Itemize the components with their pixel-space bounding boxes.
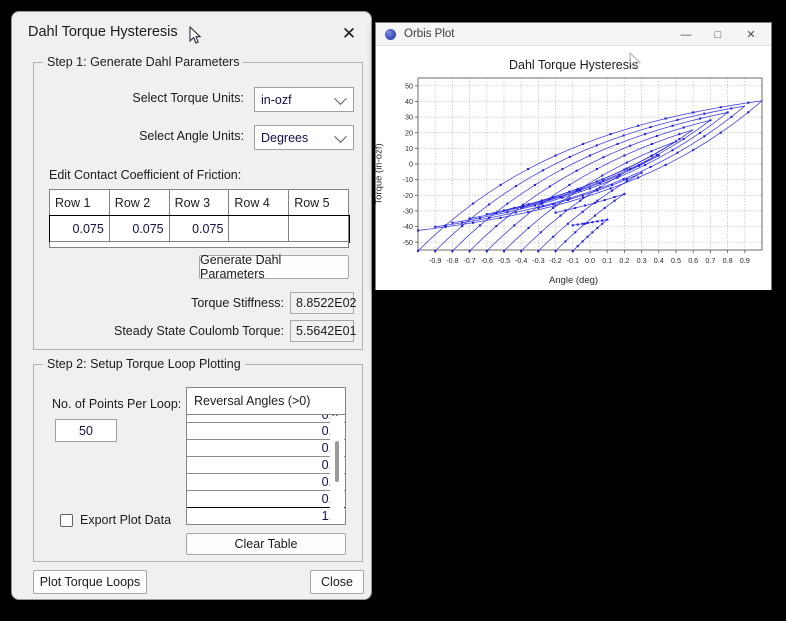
svg-text:0.7: 0.7 [705,256,715,265]
close-icon[interactable]: ✕ [736,23,766,46]
table-row[interactable]: 0.075 0.075 0.075 [50,216,349,242]
close-button[interactable]: Close [310,570,364,594]
points-per-loop-input[interactable]: 50 [55,419,117,442]
svg-text:-50: -50 [403,238,413,247]
coulomb-torque-value: 5.5642E01 [290,320,354,342]
list-item[interactable]: 0.4 [187,415,345,423]
svg-text:-0.8: -0.8 [446,256,458,265]
step1-group: Step 1: Generate Dahl Parameters Select … [33,62,363,350]
list-item[interactable]: 0.5 [187,423,345,440]
reversal-angles-scrollbar[interactable] [330,416,344,525]
list-item[interactable]: 0.6 [187,440,345,457]
friction-cell[interactable] [289,216,349,242]
svg-text:0: 0 [409,160,413,169]
minimize-icon[interactable]: — [671,23,701,46]
angle-units-label: Select Angle Units: [59,129,244,143]
friction-header-cell: Row 2 [109,190,169,216]
svg-text:-30: -30 [403,207,413,216]
svg-text:0.5: 0.5 [671,256,681,265]
svg-text:20: 20 [405,128,413,137]
svg-text:-0.1: -0.1 [567,256,579,265]
friction-header-cell: Row 5 [289,190,349,216]
list-item[interactable]: 0.9 [187,491,345,508]
friction-header-row: Row 1 Row 2 Row 3 Row 4 Row 5 [50,190,349,216]
scrollbar-thumb[interactable] [335,441,339,482]
plot-window-title: Orbis Plot [404,28,455,40]
svg-text:10: 10 [405,144,413,153]
app-logo-icon [385,29,396,40]
dialog-titlebar: Dahl Torque Hysteresis ✕ [12,12,371,52]
plot-torque-loops-button[interactable]: Plot Torque Loops [33,570,147,594]
plot-canvas: Dahl Torque Hysteresis Torque (in-ozf) A… [376,46,771,290]
svg-text:30: 30 [405,113,413,122]
friction-header-cell: Row 1 [50,190,110,216]
svg-text:-0.4: -0.4 [515,256,527,265]
torque-units-label: Select Torque Units: [59,91,244,105]
hysteresis-chart: -0.9 -0.8 -0.7 -0.6 -0.5 -0.4 -0.3 -0.2 -0.1 0.0 0… [376,46,771,290]
svg-text:-0.3: -0.3 [532,256,544,265]
svg-text:50: 50 [405,81,413,90]
svg-text:0.6: 0.6 [688,256,698,265]
plot-titlebar: Orbis Plot — □ ✕ [376,23,771,46]
close-icon[interactable]: ✕ [335,20,363,46]
svg-text:0.1: 0.1 [602,256,612,265]
export-plot-data-checkbox[interactable]: Export Plot Data [60,513,171,527]
torque-units-select[interactable]: in-ozf [254,87,354,112]
svg-text:0.2: 0.2 [619,256,629,265]
friction-cell[interactable] [229,216,289,242]
dahl-torque-hysteresis-dialog: Dahl Torque Hysteresis ✕ Step 1: Generat… [11,11,372,600]
maximize-icon[interactable]: □ [703,23,733,46]
svg-text:-0.7: -0.7 [463,256,475,265]
reversal-angles-table[interactable]: Reversal Angles (>0) 0.4 0.5 0.6 0.7 0.8… [186,387,346,525]
svg-text:-0.5: -0.5 [498,256,510,265]
reversal-angles-header: Reversal Angles (>0) [187,388,345,415]
chevron-down-icon [334,130,347,143]
svg-text:0.4: 0.4 [654,256,664,265]
generate-dahl-parameters-button[interactable]: Generate Dahl Parameters [199,255,349,279]
list-item[interactable]: 0.8 [187,474,345,491]
svg-text:-0.6: -0.6 [481,256,493,265]
friction-table[interactable]: Row 1 Row 2 Row 3 Row 4 Row 5 0.075 0.07… [49,189,349,242]
screen: Dahl Torque Hysteresis ✕ Step 1: Generat… [0,0,786,621]
svg-text:0.3: 0.3 [637,256,647,265]
svg-text:40: 40 [405,97,413,106]
friction-cell[interactable]: 0.075 [169,216,229,242]
list-item[interactable]: 1.0 [187,508,345,525]
dialog-title: Dahl Torque Hysteresis [28,24,178,40]
friction-header-cell: Row 3 [169,190,229,216]
friction-table-scroll-strip [49,242,349,248]
list-item[interactable]: 0.7 [187,457,345,474]
coulomb-torque-label: Steady State Coulomb Torque: [54,324,284,338]
points-per-loop-label: No. of Points Per Loop: [52,397,181,411]
svg-text:-0.2: -0.2 [549,256,561,265]
friction-header-cell: Row 4 [229,190,289,216]
step2-group: Step 2: Setup Torque Loop Plotting No. o… [33,364,363,562]
step1-legend: Step 1: Generate Dahl Parameters [43,55,243,69]
angle-units-select[interactable]: Degrees [254,125,354,150]
svg-text:-10: -10 [403,175,413,184]
friction-cell[interactable]: 0.075 [109,216,169,242]
friction-table-label: Edit Contact Coefficient of Friction: [49,168,241,182]
svg-text:0.0: 0.0 [585,256,595,265]
torque-stiffness-label: Torque Stiffness: [54,296,284,310]
clear-table-button[interactable]: Clear Table [186,533,346,555]
svg-text:0.9: 0.9 [740,256,750,265]
torque-units-value: in-ozf [261,93,292,107]
svg-text:-40: -40 [403,222,413,231]
checkbox-box[interactable] [60,514,73,527]
reversal-angles-rows: 0.4 0.5 0.6 0.7 0.8 0.9 1.0 [187,415,345,525]
export-plot-data-label: Export Plot Data [80,513,171,527]
svg-text:-20: -20 [403,191,413,200]
angle-units-value: Degrees [261,131,308,145]
torque-stiffness-value: 8.8522E02 [290,292,354,314]
svg-text:-0.9: -0.9 [429,256,441,265]
svg-text:0.8: 0.8 [723,256,733,265]
step2-legend: Step 2: Setup Torque Loop Plotting [43,357,245,371]
friction-cell[interactable]: 0.075 [50,216,110,242]
chevron-down-icon [334,92,347,105]
orbis-plot-window: Orbis Plot — □ ✕ Dahl Torque Hysteresis … [375,22,772,290]
